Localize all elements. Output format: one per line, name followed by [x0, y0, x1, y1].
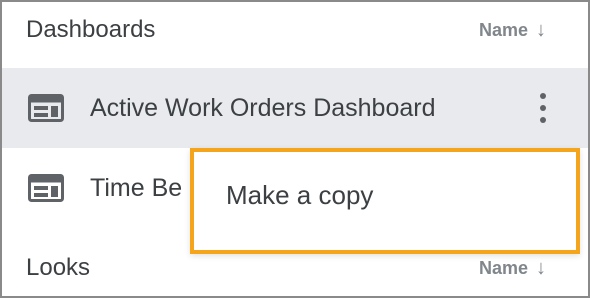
looks-section-title: Looks: [26, 254, 91, 281]
sort-label: Name: [478, 257, 528, 278]
looks-sort-button[interactable]: Name ↓: [479, 257, 546, 280]
more-options-icon[interactable]: [538, 93, 548, 123]
context-menu: Make a copy: [190, 148, 580, 254]
arrow-down-icon: ↓: [536, 256, 546, 279]
dashboard-icon: [28, 174, 64, 202]
dashboard-title: Time Be: [90, 173, 183, 202]
dashboards-sort-button[interactable]: Name ↓: [479, 19, 546, 42]
dashboards-section-header: Dashboards Name ↓: [2, 2, 588, 58]
content-list-panel: Dashboards Name ↓ Active Work Orders Das…: [0, 0, 590, 298]
dashboard-list-item-active-work-orders[interactable]: Active Work Orders Dashboard: [2, 68, 588, 148]
arrow-down-icon: ↓: [536, 18, 546, 41]
dashboards-section-title: Dashboards: [26, 16, 156, 43]
sort-label: Name: [478, 19, 528, 40]
dashboard-icon: [28, 94, 64, 122]
make-a-copy-menu-item[interactable]: Make a copy: [226, 180, 373, 211]
dashboard-title: Active Work Orders Dashboard: [90, 93, 436, 122]
